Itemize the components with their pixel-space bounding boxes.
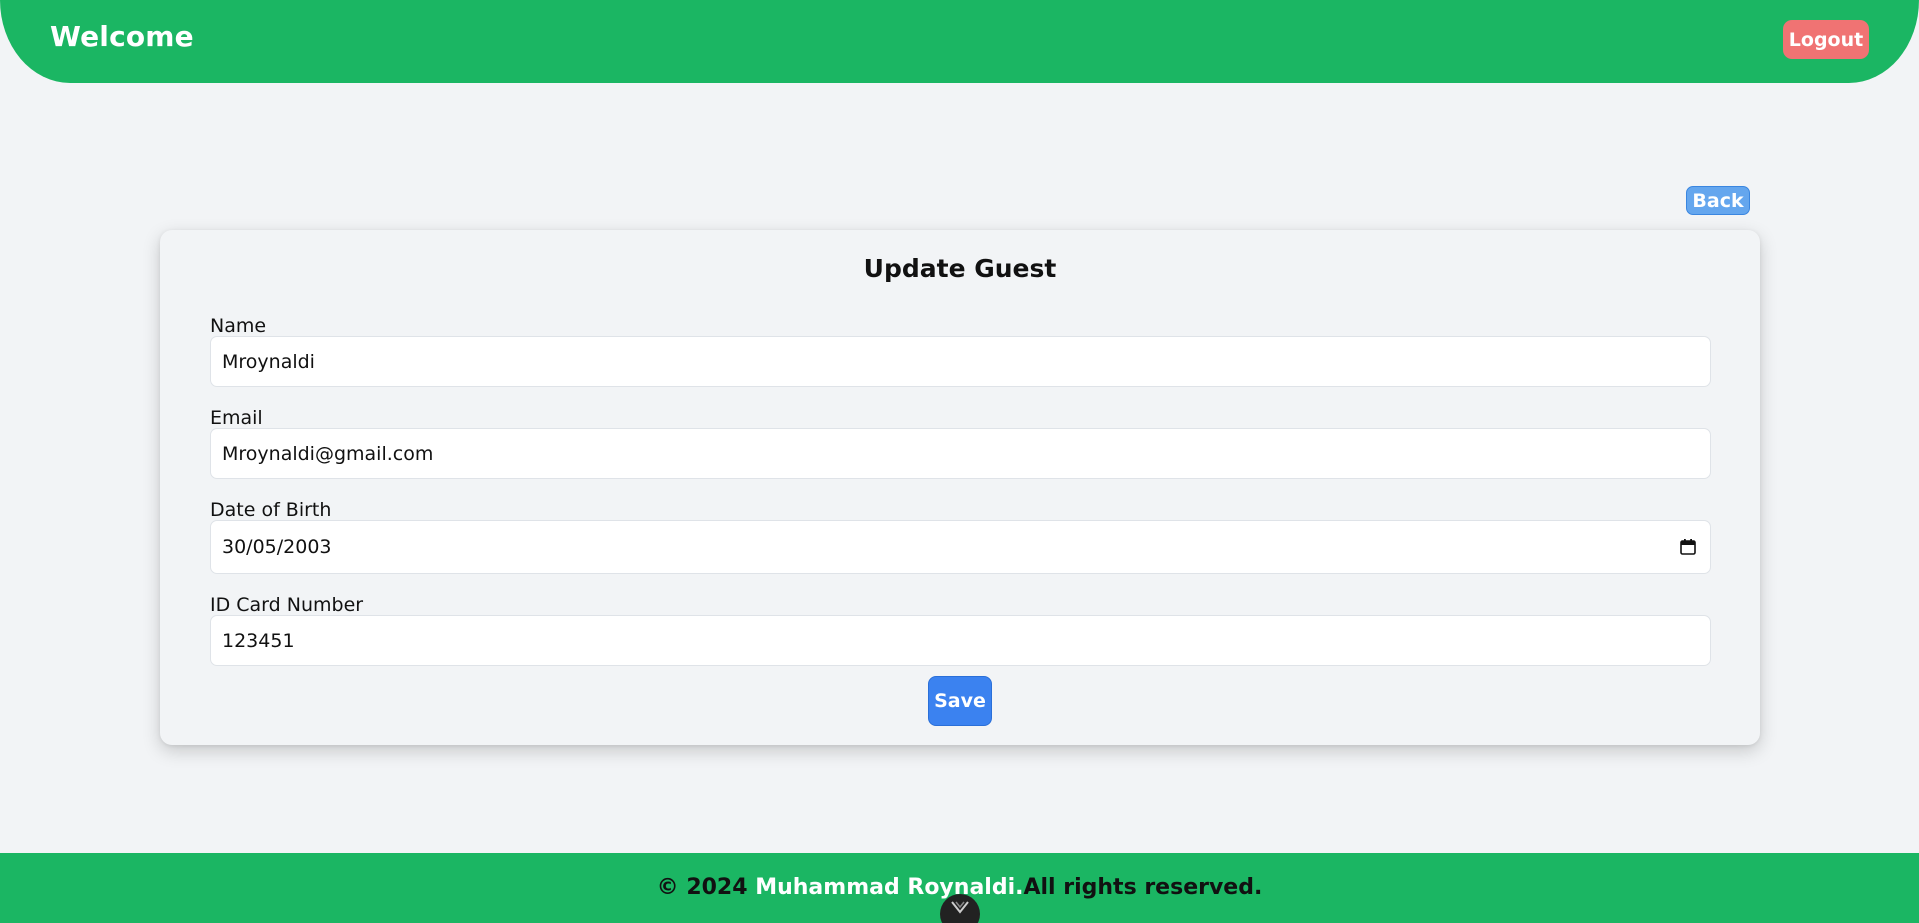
email-input[interactable]: Mroynaldi@gmail.com <box>210 428 1711 479</box>
top-header: Welcome Logout <box>0 0 1919 83</box>
name-input[interactable]: Mroynaldi <box>210 336 1711 387</box>
dob-label: Date of Birth <box>210 499 332 521</box>
back-button[interactable]: Back <box>1686 186 1750 215</box>
footer: © 2024 Muhammad Roynaldi.All rights rese… <box>0 853 1919 923</box>
save-button[interactable]: Save <box>928 676 992 726</box>
page-title: Welcome <box>50 20 194 53</box>
copyright-suffix: All rights reserved. <box>1023 875 1263 900</box>
id-card-label: ID Card Number <box>210 594 364 616</box>
id-card-value: 123451 <box>222 629 295 652</box>
update-guest-form: Update Guest Name Mroynaldi Email Mroyna… <box>160 230 1760 745</box>
name-label: Name <box>210 315 267 337</box>
email-label: Email <box>210 407 263 429</box>
copyright-prefix: © 2024 <box>656 875 756 900</box>
dob-input[interactable]: 30/05/2003 <box>210 520 1711 574</box>
form-title: Update Guest <box>863 254 1057 283</box>
id-card-input[interactable]: 123451 <box>210 615 1711 666</box>
name-value: Mroynaldi <box>222 350 315 373</box>
email-value: Mroynaldi@gmail.com <box>222 442 434 465</box>
dob-value: 30/05/2003 <box>222 536 332 558</box>
logout-button[interactable]: Logout <box>1783 20 1869 59</box>
author-name: Muhammad Roynaldi. <box>755 875 1024 900</box>
calendar-icon[interactable] <box>1679 538 1697 556</box>
